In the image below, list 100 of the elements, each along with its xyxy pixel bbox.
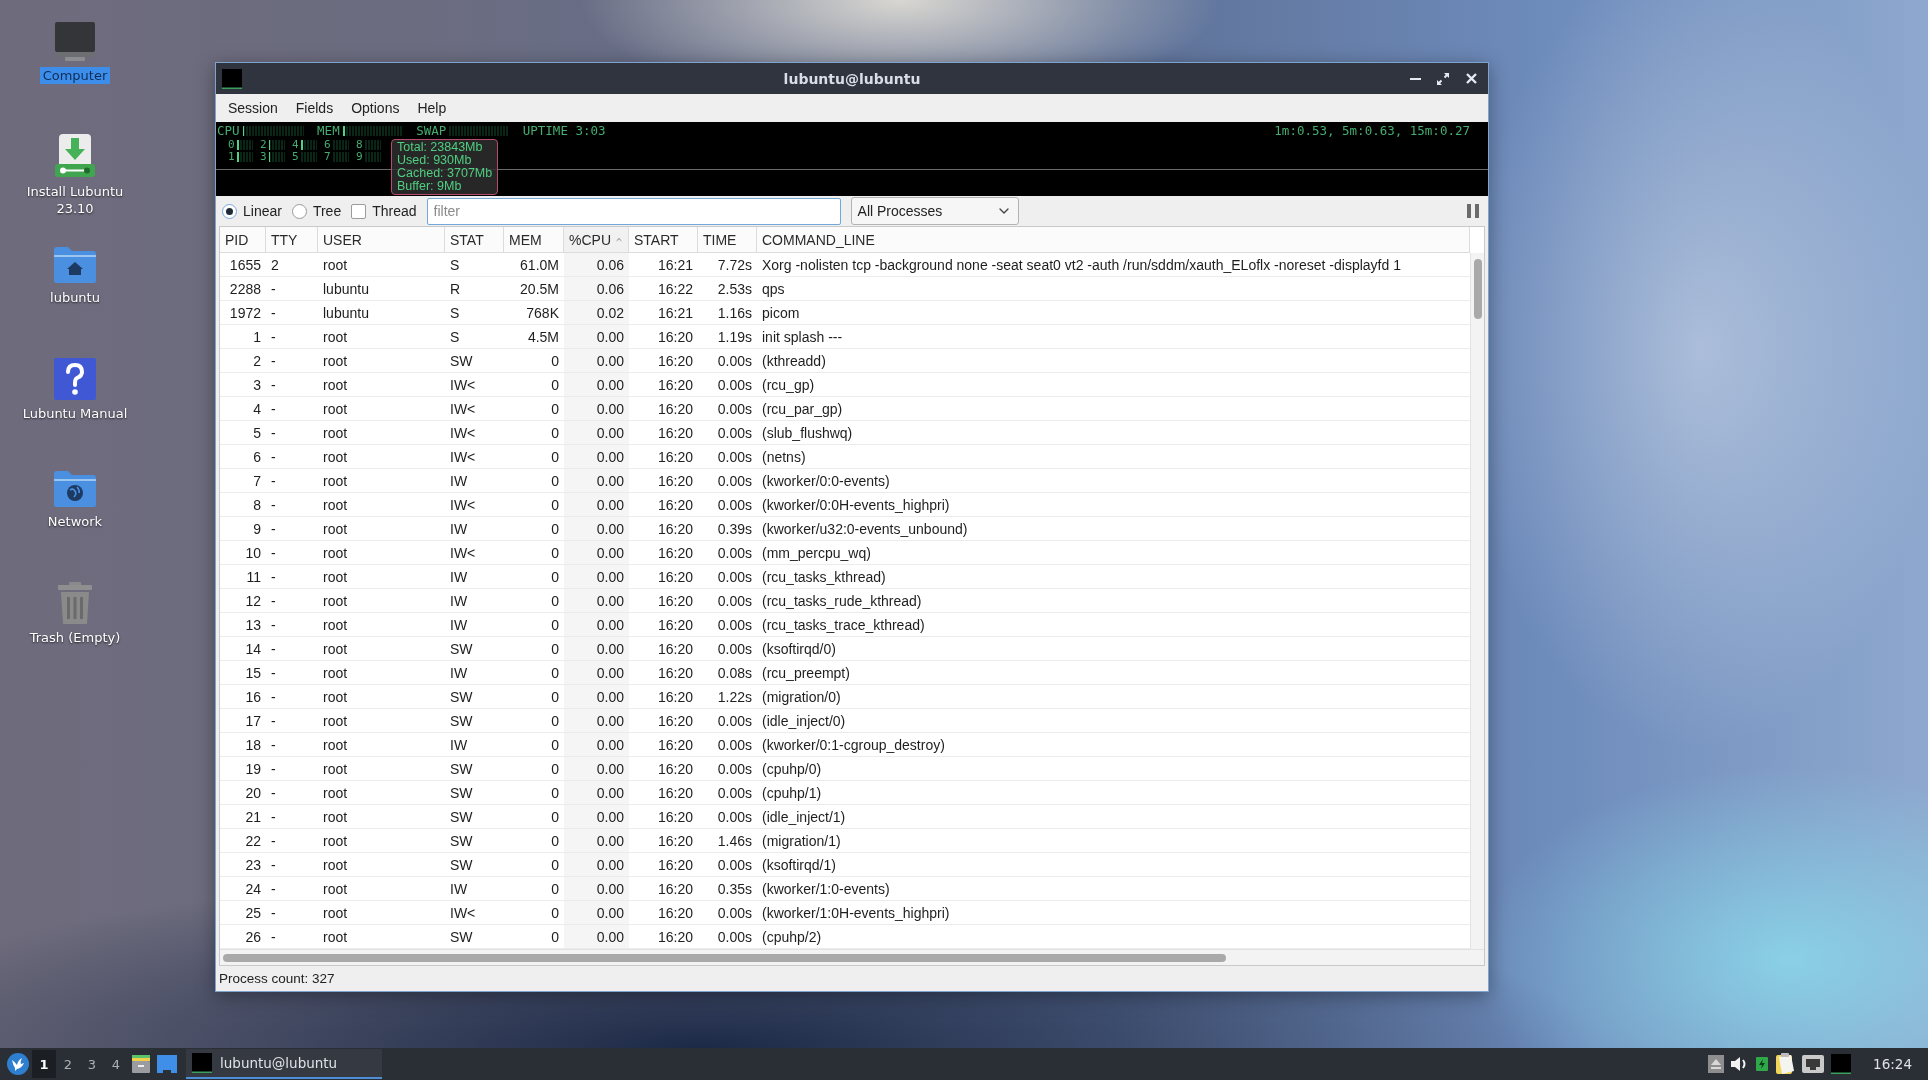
table-cell-text: 6 xyxy=(252,447,262,467)
filter-field[interactable]: filter xyxy=(426,197,841,225)
monitor-icon xyxy=(53,22,97,62)
table-cell-text: - xyxy=(270,927,277,947)
table-cell-text: 0 xyxy=(550,711,560,731)
column-header[interactable]: TTY xyxy=(266,227,318,252)
workspace-button[interactable]: 4 xyxy=(104,1050,128,1078)
table-cell-text: root xyxy=(322,519,349,539)
table-cell-text: 0 xyxy=(550,375,560,395)
table-cell-text: 16:20 xyxy=(656,327,694,347)
task-button[interactable]: lubuntu@lubuntu xyxy=(186,1049,382,1079)
table-cell-text: - xyxy=(270,615,277,635)
clipboard-icon[interactable] xyxy=(1775,1053,1796,1075)
view-mode-radio[interactable]: Linear xyxy=(222,203,282,219)
column-header[interactable]: PID xyxy=(220,227,266,252)
column-header[interactable]: COMMAND_LINE xyxy=(757,227,1470,252)
workspace-button[interactable]: 1 xyxy=(32,1050,56,1078)
table-cell: 0.00 xyxy=(564,613,629,636)
table-cell-text: 16:20 xyxy=(656,807,694,827)
table-cell: 0.00 xyxy=(564,469,629,492)
checkbox-indicator[interactable] xyxy=(351,203,367,219)
table-cell-text: IW< xyxy=(449,423,477,443)
workspace-button[interactable]: 3 xyxy=(80,1050,104,1078)
table-cell-text: 16:20 xyxy=(656,351,694,371)
pause-button[interactable] xyxy=(1464,202,1482,220)
table-cell-text: 16:20 xyxy=(656,759,694,779)
thread-checkbox[interactable]: Thread xyxy=(351,203,417,219)
start-menu-button[interactable] xyxy=(4,1050,32,1078)
table-cell-text: (rcu_preempt) xyxy=(761,663,851,683)
table-cell-text: 15 xyxy=(244,663,262,683)
menu-item[interactable]: Options xyxy=(342,96,409,120)
file-cabinet-icon xyxy=(131,1054,151,1074)
desktop-icon-label[interactable]: lubuntu xyxy=(47,289,103,306)
table-cell-text: root xyxy=(322,927,349,947)
table-cell-text: 24 xyxy=(244,879,262,899)
eject-icon[interactable] xyxy=(1708,1055,1725,1073)
network-port-icon[interactable] xyxy=(1802,1055,1825,1073)
table-cell-text: 0 xyxy=(550,615,560,635)
core-label: 4 xyxy=(292,139,299,151)
column-header[interactable]: STAT xyxy=(445,227,504,252)
column-header[interactable]: START xyxy=(629,227,698,252)
table-cell-text: 0.00s xyxy=(716,927,753,947)
scrollbar-thumb[interactable] xyxy=(223,954,1226,962)
table-cell-text: SW xyxy=(449,831,474,851)
table-cell-text: 11 xyxy=(245,567,262,587)
table-cell-text: 61.0M xyxy=(519,255,560,275)
table-cell-text: 16:20 xyxy=(656,615,694,635)
desktop-icon-label[interactable]: Computer xyxy=(39,67,111,84)
menu-item[interactable]: Fields xyxy=(286,96,343,120)
table-cell-text: 16:20 xyxy=(656,567,694,587)
table-cell: 0.00 xyxy=(564,829,629,852)
desktop-icon-label[interactable]: Trash (Empty) xyxy=(26,629,124,646)
table-cell-text: (kworker/0:1-cgroup_destroy) xyxy=(761,735,946,755)
table-cell-text: 25 xyxy=(244,903,262,923)
table-cell-text: (rcu_par_gp) xyxy=(761,399,844,419)
table-cell-text: (slub_flushwq) xyxy=(761,423,854,443)
table-cell-text: 4 xyxy=(252,399,262,419)
horizontal-scrollbar[interactable] xyxy=(220,949,1484,965)
table-cell-text: IW< xyxy=(449,543,477,563)
table-cell: 0.00 xyxy=(564,637,629,660)
battery-icon[interactable] xyxy=(1756,1057,1769,1071)
table-cell-text: root xyxy=(322,663,349,683)
table-cell-text: 16:20 xyxy=(656,927,694,947)
table-cell-text: - xyxy=(270,327,277,347)
desktop-icon-label[interactable]: Install Lubuntu 23.10 xyxy=(12,183,138,217)
table-cell-text: 0.00s xyxy=(716,399,753,419)
trash-icon xyxy=(57,582,93,624)
radio-indicator[interactable] xyxy=(222,203,237,219)
table-cell-text: 0 xyxy=(550,879,560,899)
core-label: 5 xyxy=(292,151,299,163)
scrollbar-thumb[interactable] xyxy=(1474,259,1482,319)
radio-indicator[interactable] xyxy=(291,203,307,219)
table-cell-text: 0.00s xyxy=(716,783,753,803)
table-cell-text: 0.00s xyxy=(716,807,753,827)
menu-item[interactable]: Session xyxy=(219,96,287,120)
table-cell-text: 5 xyxy=(252,423,262,443)
desktop-icon-label[interactable]: Network xyxy=(44,513,106,530)
vertical-scrollbar[interactable] xyxy=(1470,253,1484,949)
table-cell-text: (rcu_tasks_rude_kthread) xyxy=(761,591,923,611)
table-cell-text: 768K xyxy=(525,303,560,323)
table-cell-text: (ksoftirqd/0) xyxy=(761,639,837,659)
table-cell-text: (kworker/1:0-events) xyxy=(761,879,891,899)
table-cell-text: 0 xyxy=(550,903,560,923)
column-header[interactable]: MEM xyxy=(504,227,564,252)
table-cell-text: - xyxy=(270,639,277,659)
menu-item[interactable]: Help xyxy=(408,96,456,120)
core-label: 8 xyxy=(356,139,363,151)
column-header[interactable]: USER xyxy=(318,227,445,252)
workspace-button[interactable]: 2 xyxy=(56,1050,80,1078)
table-cell-text: IW xyxy=(449,735,469,755)
table-cell-text: 0 xyxy=(550,927,560,947)
table-cell: 0.00 xyxy=(564,541,629,564)
process-scope-dropdown[interactable]: All Processes xyxy=(850,197,1019,225)
column-header[interactable]: TIME xyxy=(698,227,757,252)
view-mode-radio[interactable]: Tree xyxy=(291,203,342,219)
desktop-icon-label[interactable]: Lubuntu Manual xyxy=(19,405,131,422)
column-header[interactable]: %CPU xyxy=(564,227,629,252)
table-cell-text: 0 xyxy=(550,471,560,491)
table-cell-text: 0 xyxy=(550,759,560,779)
table-cell-text: 16:20 xyxy=(656,543,694,563)
